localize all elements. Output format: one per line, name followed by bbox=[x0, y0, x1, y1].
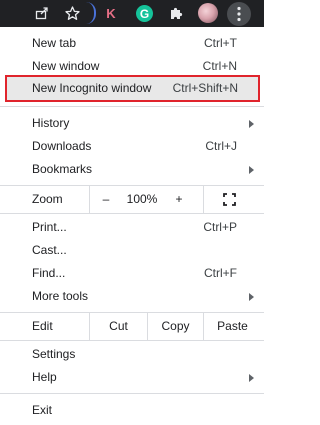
menu-item-label: Print... bbox=[32, 220, 67, 234]
extension-k-icon[interactable]: K bbox=[101, 3, 121, 23]
menu-separator bbox=[0, 213, 264, 214]
menu-item-help[interactable]: Help bbox=[0, 366, 264, 389]
submenu-arrow-icon bbox=[249, 120, 254, 128]
copy-button[interactable]: Copy bbox=[148, 313, 203, 340]
menu-item-find[interactable]: Find... Ctrl+F bbox=[0, 262, 264, 285]
menu-item-label: Exit bbox=[32, 403, 53, 417]
menu-item-shortcut: Ctrl+F bbox=[204, 266, 237, 280]
cut-button[interactable]: Cut bbox=[90, 313, 147, 340]
menu-item-label: Find... bbox=[32, 266, 66, 280]
menu-item-more-tools[interactable]: More tools bbox=[0, 285, 264, 308]
menu-item-label: More tools bbox=[32, 289, 89, 303]
zoom-label: Zoom bbox=[32, 192, 63, 206]
menu-item-downloads[interactable]: Downloads Ctrl+J bbox=[0, 135, 264, 158]
menu-item-bookmarks[interactable]: Bookmarks bbox=[0, 158, 264, 181]
menu-item-history[interactable]: History bbox=[0, 112, 264, 135]
menu-item-new-tab[interactable]: New tab Ctrl+T bbox=[0, 32, 264, 55]
menu-item-shortcut: Ctrl+Shift+N bbox=[172, 81, 238, 95]
submenu-arrow-icon bbox=[249, 374, 254, 382]
menu-item-settings[interactable]: Settings bbox=[0, 343, 264, 366]
menu-item-label: History bbox=[32, 116, 70, 130]
zoom-in-button[interactable]: + bbox=[162, 186, 196, 213]
menu-item-cast[interactable]: Cast... bbox=[0, 239, 264, 262]
edit-row: Edit Cut Copy Paste bbox=[0, 313, 264, 340]
menu-item-label: New Incognito window bbox=[32, 81, 152, 95]
menu-item-label: Settings bbox=[32, 347, 76, 361]
menu-separator bbox=[0, 340, 264, 341]
menu-item-label: New tab bbox=[32, 36, 77, 50]
edit-label: Edit bbox=[32, 319, 53, 333]
submenu-arrow-icon bbox=[249, 293, 254, 301]
menu-item-label: Help bbox=[32, 370, 57, 384]
menu-separator bbox=[0, 393, 264, 394]
extension-grammarly-icon[interactable]: G bbox=[136, 5, 153, 22]
zoom-row: Zoom – 100% + bbox=[0, 186, 264, 213]
browser-toolbar: K G bbox=[0, 0, 264, 27]
zoom-level: 100% bbox=[126, 192, 158, 206]
bookmark-star-icon[interactable] bbox=[62, 3, 82, 23]
menu-item-shortcut: Ctrl+P bbox=[203, 220, 237, 234]
zoom-out-button[interactable]: – bbox=[90, 186, 122, 213]
submenu-arrow-icon bbox=[249, 166, 254, 174]
paste-button[interactable]: Paste bbox=[204, 313, 261, 340]
menu-item-label: Cast... bbox=[32, 243, 67, 257]
menu-item-new-incognito-window[interactable]: New Incognito window Ctrl+Shift+N bbox=[5, 75, 260, 102]
profile-avatar[interactable] bbox=[198, 3, 218, 23]
menu-item-print[interactable]: Print... Ctrl+P bbox=[0, 216, 264, 239]
share-icon[interactable] bbox=[32, 3, 52, 23]
menu-separator bbox=[0, 106, 264, 107]
toolbar-divider bbox=[86, 2, 96, 24]
menu-item-shortcut: Ctrl+J bbox=[205, 139, 237, 153]
puzzle-icon[interactable] bbox=[166, 3, 186, 23]
menu-item-shortcut: Ctrl+T bbox=[204, 36, 237, 50]
menu-item-label: Downloads bbox=[32, 139, 92, 153]
menu-item-exit[interactable]: Exit bbox=[0, 399, 264, 422]
zoom-divider bbox=[203, 186, 204, 213]
kebab-menu-icon[interactable] bbox=[227, 2, 251, 26]
chrome-main-menu: New tab Ctrl+T New window Ctrl+N New Inc… bbox=[0, 27, 264, 425]
menu-item-label: Bookmarks bbox=[32, 162, 93, 176]
fullscreen-icon[interactable] bbox=[223, 193, 236, 206]
